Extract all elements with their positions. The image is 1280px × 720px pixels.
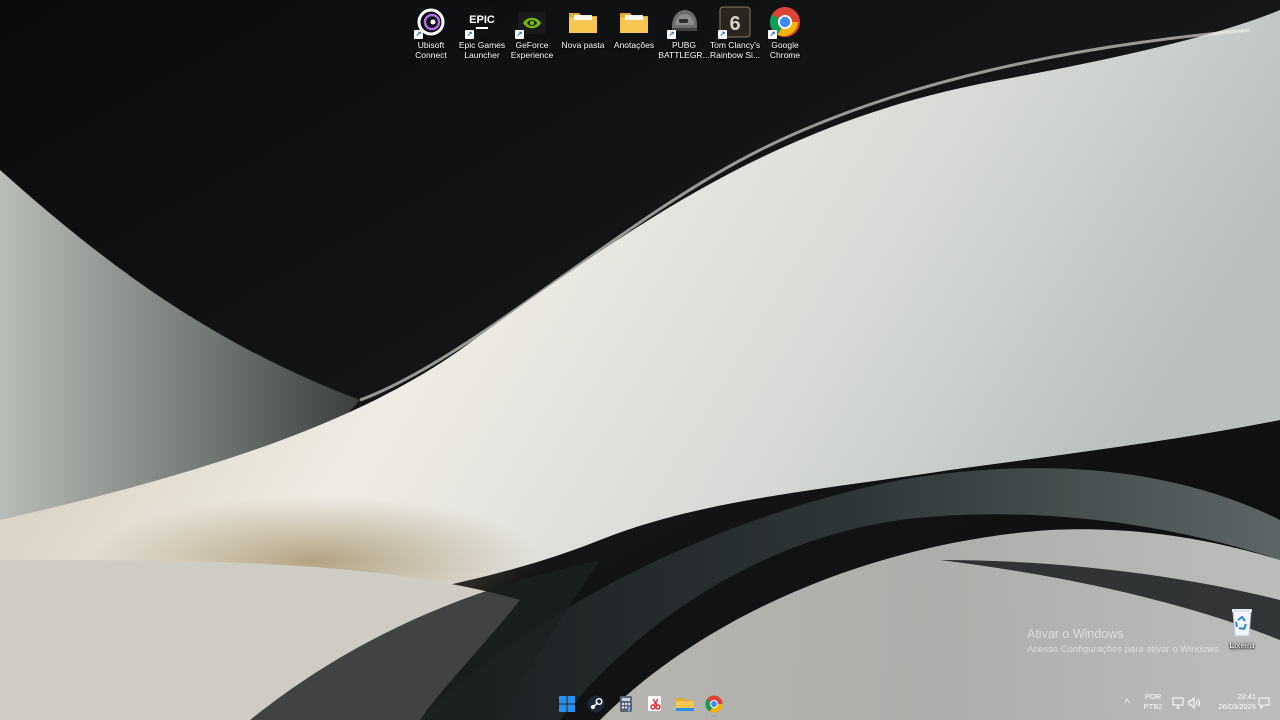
clock[interactable]: 22:41 26/03/2026 (1206, 692, 1256, 712)
snipping-tool-icon (648, 696, 661, 711)
tray-overflow-button[interactable]: ^ (1120, 697, 1134, 711)
taskbar-file-explorer[interactable] (675, 694, 695, 714)
desktop-icon-label: Epic Games Launcher (458, 40, 506, 60)
file-explorer-icon (676, 698, 694, 711)
desktop-icon-ubisoft-connect[interactable]: ↗ Ubisoft Connect (405, 2, 457, 60)
desktop-icon-label: PUBG BATTLEGR... (658, 40, 710, 60)
desktop-icon-pubg[interactable]: ↗ PUBG BATTLEGR... (658, 2, 710, 60)
pubg-helmet-icon: ↗ (667, 5, 701, 39)
chrome-icon (705, 695, 723, 713)
folder-icon (566, 5, 600, 39)
activation-title: Ativar o Windows (1027, 627, 1124, 641)
activation-subtitle: Acesse Configurações para ativar o Windo… (1027, 644, 1222, 655)
notifications-button[interactable] (1257, 696, 1271, 710)
shortcut-arrow-icon: ↗ (718, 30, 727, 39)
desktop-icon-label: Ubisoft Connect (415, 40, 447, 60)
network-icon (1172, 697, 1184, 709)
notification-icon (1258, 697, 1270, 710)
nvidia-icon: ↗ (515, 5, 549, 39)
clock-date: 26/03/2026 (1218, 702, 1256, 711)
keyboard-layout: PTB2 (1143, 702, 1163, 711)
desktop-icon-label: Lixeira (1229, 640, 1255, 650)
desktop-icon-lixeira[interactable]: Lixeira (1216, 602, 1268, 650)
network-button[interactable] (1171, 696, 1185, 710)
shortcut-arrow-icon: ↗ (515, 30, 524, 39)
desktop-icon-epic-games[interactable]: EPIC ↗ Epic Games Launcher (456, 2, 508, 60)
running-indicator (711, 715, 717, 717)
start-button[interactable] (557, 694, 577, 714)
activation-watermark: Ativar o Windows Acesse Configurações pa… (1027, 627, 1221, 655)
volume-button[interactable] (1187, 696, 1201, 710)
taskbar-steam[interactable] (586, 694, 606, 714)
desktop-icon-google-chrome[interactable]: ↗ Google Chrome (759, 2, 811, 60)
desktop-icon-label: Google Chrome (769, 40, 801, 60)
chrome-icon: ↗ (768, 5, 802, 39)
desktop-icon-geforce-experience[interactable]: ↗ GeForce Experience (506, 2, 558, 60)
epic-logo-text: EPIC (469, 14, 495, 26)
language-code: POR (1144, 692, 1162, 701)
windows-start-icon (559, 696, 575, 712)
clock-time: 22:41 (1237, 692, 1256, 701)
calculator-icon (620, 696, 632, 712)
taskbar-calculator[interactable] (616, 694, 636, 714)
language-indicator[interactable]: POR PTB2 (1140, 692, 1166, 712)
taskbar: ^ POR PTB2 22:41 26/03/2026 (0, 686, 1280, 720)
epic-games-icon: EPIC ↗ (465, 5, 499, 39)
taskbar-chrome[interactable] (704, 694, 724, 717)
chevron-up-icon: ^ (1124, 698, 1130, 709)
desktop-icon-anotacoes[interactable]: Anotações (608, 2, 660, 50)
ubisoft-icon: ↗ (414, 5, 448, 39)
rainbow-logo-text: 6 (729, 13, 740, 35)
shortcut-arrow-icon: ↗ (768, 30, 777, 39)
rainbow-six-icon: 6 ↗ (718, 5, 752, 39)
desktop-icon-rainbow-six[interactable]: 6 ↗ Tom Clancy's Rainbow Si... (709, 2, 761, 60)
desktop-icon-label: GeForce Experience (510, 40, 554, 60)
desktop-icon-label: Anotações (613, 40, 655, 50)
speaker-icon (1188, 696, 1200, 710)
shortcut-arrow-icon: ↗ (465, 30, 474, 39)
desktop-icon-nova-pasta[interactable]: Nova pasta (557, 2, 609, 50)
shortcut-arrow-icon: ↗ (667, 30, 676, 39)
desktop-icon-label: Nova pasta (561, 40, 605, 50)
shortcut-arrow-icon: ↗ (414, 30, 423, 39)
recycle-bin-icon (1225, 605, 1259, 639)
desktop-wallpaper (0, 0, 1280, 720)
desktop-icon-label: Tom Clancy's Rainbow Si... (709, 40, 761, 60)
taskbar-snipping-tool[interactable] (645, 694, 665, 714)
steam-icon (587, 695, 605, 713)
folder-icon (617, 5, 651, 39)
